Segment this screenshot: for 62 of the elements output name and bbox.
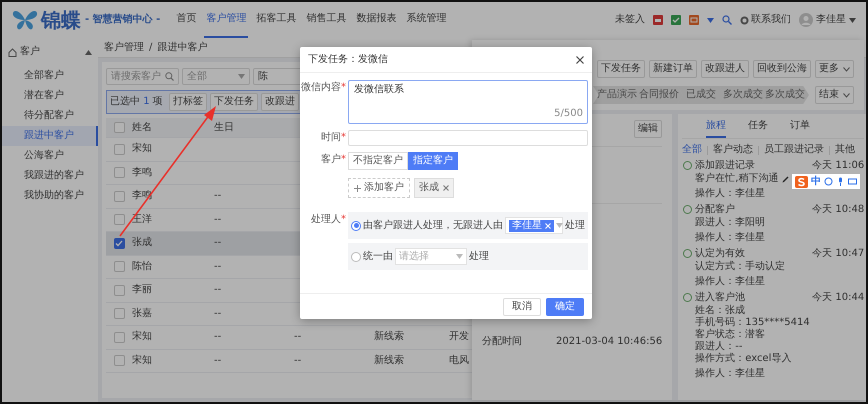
event-detail: 客户状态：潜客 bbox=[695, 329, 766, 340]
event-time: 今天 10:47 bbox=[812, 247, 864, 261]
table-cell: 张成 bbox=[132, 237, 152, 248]
table-cell: 宋知 bbox=[132, 143, 152, 154]
event-title: 添加跟进记录 bbox=[695, 159, 756, 172]
table-cell: -- bbox=[214, 260, 222, 272]
event-operator: 操作人：李佳星 bbox=[695, 276, 766, 288]
event-detail: 跟进人：-- bbox=[695, 341, 742, 352]
character-count: 5/500 bbox=[554, 108, 583, 120]
field-label: 时间* bbox=[321, 132, 346, 143]
event-time: 今天 10:44 bbox=[812, 291, 864, 305]
table-cell: 新线索 bbox=[374, 354, 404, 366]
table-cell: 陈怡 bbox=[132, 260, 152, 272]
table-cell: 李丽 bbox=[132, 284, 152, 296]
option-label: 统一由 bbox=[363, 250, 393, 262]
option-label: 由客户跟进人处理，无跟进人由 bbox=[363, 220, 503, 232]
event-time: 今天 10:48 bbox=[812, 203, 864, 217]
logo-text: 锦蝶 bbox=[41, 8, 81, 32]
field-label: 处理人* bbox=[311, 214, 346, 225]
column-header: 生日 bbox=[214, 122, 234, 132]
column-header: 姓名 bbox=[132, 122, 152, 132]
table-cell: 电风 bbox=[449, 354, 469, 366]
event-time: 今天 11:06 bbox=[812, 159, 864, 173]
selection-count: 已选中 1 项 bbox=[110, 96, 163, 108]
table-cell: -- bbox=[294, 354, 302, 366]
table-cell: 宋知 bbox=[132, 331, 152, 342]
table-cell: 张嘉 bbox=[132, 308, 152, 319]
modal-title: 下发任务：发微信 bbox=[308, 54, 388, 66]
table-cell: -- bbox=[214, 284, 222, 296]
logo-tagline: - 智慧营销中心 - bbox=[85, 14, 160, 26]
table-cell: 宋知 bbox=[132, 354, 152, 366]
table-cell: -- bbox=[214, 190, 222, 202]
event-detail: 操作方式：excel导入 bbox=[695, 353, 792, 365]
table-cell: -- bbox=[214, 354, 222, 366]
event-detail: 客户在忙,稍下沟通 bbox=[695, 173, 778, 185]
event-title: 分配客户 bbox=[695, 203, 736, 216]
field-label: 分配时间 bbox=[482, 336, 522, 348]
option-suffix: 处理 bbox=[565, 220, 585, 232]
table-cell: 李鸣 bbox=[132, 166, 152, 178]
table-cell: -- bbox=[294, 331, 302, 342]
field-label: 客户* bbox=[321, 154, 346, 165]
field-value: 2021-03-04 10:46:56 bbox=[556, 336, 662, 348]
checkin-status: 未签入 bbox=[615, 14, 645, 26]
event-detail: 姓名：张成 bbox=[695, 305, 746, 316]
event-detail: 跟进人：李阳明 bbox=[695, 217, 766, 229]
table-cell: -- bbox=[214, 214, 222, 225]
event-operator: 操作人：李佳星 bbox=[695, 232, 766, 244]
table-cell: 新线索 bbox=[374, 331, 404, 342]
table-cell: -- bbox=[214, 331, 222, 342]
table-cell: -- bbox=[214, 308, 222, 319]
event-detail: 认定方式：手动认定 bbox=[695, 261, 786, 273]
table-cell: 开发 bbox=[449, 331, 469, 342]
event-detail: 手机号码：135****5414 bbox=[695, 317, 810, 328]
table-cell: -- bbox=[214, 237, 222, 248]
event-operator: 操作人：李佳星 bbox=[695, 368, 766, 380]
event-operator: 操作人：李佳星 bbox=[695, 188, 766, 200]
option-suffix: 处理 bbox=[469, 250, 489, 262]
event-title: 认定为有效 bbox=[695, 247, 746, 260]
event-title: 进入客户池 bbox=[695, 291, 746, 304]
breadcrumb-item: 跟进中客户 bbox=[157, 42, 208, 54]
field-label: 微信内容* bbox=[301, 82, 346, 93]
breadcrumb-separator: / bbox=[149, 42, 152, 54]
